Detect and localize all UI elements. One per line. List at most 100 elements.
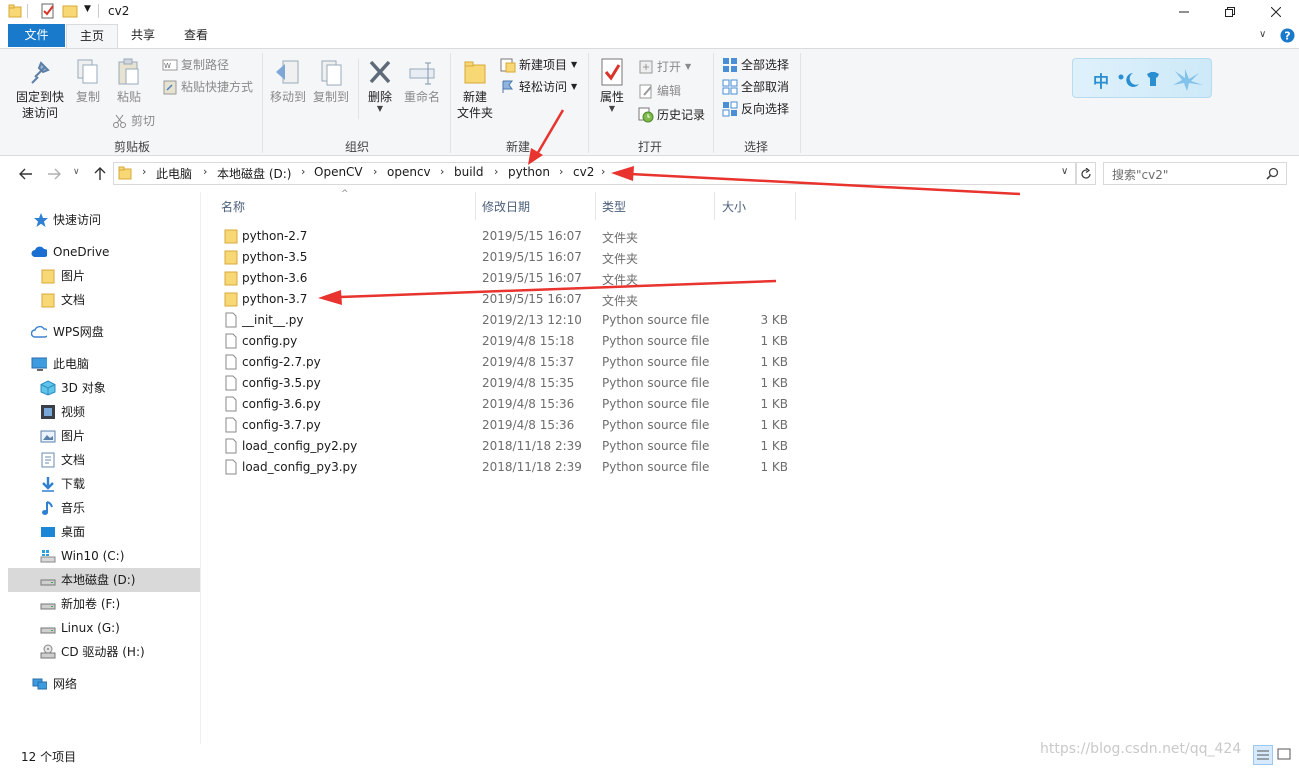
list-item[interactable]: python-3.7 2019/5/15 16:07 文件夹 <box>215 289 805 310</box>
nav-item-drive-f[interactable]: 新加卷 (F:) <box>0 592 200 616</box>
new-item-button[interactable]: 新建项目 ▼ <box>500 55 577 75</box>
edit-button[interactable]: 编辑 <box>638 81 681 101</box>
move-to-button[interactable]: 移动到 <box>268 57 308 105</box>
column-header-name[interactable]: 名称 <box>221 198 245 215</box>
collapse-ribbon-icon[interactable]: ∨ <box>1259 29 1266 40</box>
breadcrumb-python[interactable]: python <box>508 165 550 179</box>
nav-item-desktop[interactable]: 桌面 <box>0 520 200 544</box>
delete-dropdown-icon[interactable]: ▼ <box>362 105 398 113</box>
breadcrumb-chevron-icon[interactable]: › <box>203 165 207 178</box>
breadcrumb-opencv-sub[interactable]: opencv <box>387 165 431 179</box>
breadcrumb-cv2[interactable]: cv2 <box>573 165 594 179</box>
paste-shortcut-button[interactable]: 粘贴快捷方式 <box>162 77 253 97</box>
breadcrumb-chevron-icon[interactable]: › <box>559 165 563 178</box>
ime-toolbar[interactable]: 中 <box>1072 58 1212 98</box>
list-item[interactable]: python-2.7 2019/5/15 16:07 文件夹 <box>215 226 805 247</box>
tab-view[interactable]: 查看 <box>170 24 222 47</box>
column-header-size[interactable]: 大小 <box>722 198 746 215</box>
breadcrumb-chevron-icon[interactable]: › <box>494 165 498 178</box>
breadcrumb-chevron-icon[interactable]: › <box>440 165 444 178</box>
column-header-date[interactable]: 修改日期 <box>482 198 530 215</box>
history-button[interactable]: 历史记录 <box>638 105 705 125</box>
qat-dropdown-icon[interactable]: ▼ <box>84 4 91 14</box>
properties-qat-icon[interactable] <box>40 3 56 19</box>
cut-button[interactable]: 剪切 <box>112 111 155 131</box>
column-divider[interactable] <box>714 192 715 220</box>
copy-button[interactable]: 复制 <box>72 57 104 105</box>
copy-to-button[interactable]: 复制到 <box>311 57 351 105</box>
easy-access-button[interactable]: 轻松访问 ▼ <box>500 77 577 97</box>
list-item[interactable]: python-3.5 2019/5/15 16:07 文件夹 <box>215 247 805 268</box>
list-item[interactable]: load_config_py2.py 2018/11/18 2:39 Pytho… <box>215 436 805 457</box>
select-none-button[interactable]: 全部取消 <box>722 77 789 97</box>
nav-item-3d-objects[interactable]: 3D 对象 <box>0 376 200 400</box>
nav-item-onedrive-pictures[interactable]: 图片 <box>0 264 200 288</box>
delete-button[interactable]: 删除 ▼ <box>362 57 398 113</box>
nav-item-onedrive[interactable]: OneDrive <box>0 240 200 264</box>
nav-item-network[interactable]: 网络 <box>0 672 200 696</box>
file-name: python-3.6 <box>242 271 308 285</box>
nav-item-drive-g[interactable]: Linux (G:) <box>0 616 200 640</box>
search-icon[interactable] <box>1266 167 1279 180</box>
tab-share[interactable]: 共享 <box>118 24 168 47</box>
search-placeholder: 搜索"cv2" <box>1112 168 1169 182</box>
nav-item-pictures[interactable]: 图片 <box>0 424 200 448</box>
breadcrumb-build[interactable]: build <box>454 165 484 179</box>
nav-item-this-pc[interactable]: 此电脑 <box>0 352 200 376</box>
list-item[interactable]: python-3.6 2019/5/15 16:07 文件夹 <box>215 268 805 289</box>
list-item[interactable]: __init__.py 2019/2/13 12:10 Python sourc… <box>215 310 805 331</box>
breadcrumb-opencv[interactable]: OpenCV <box>314 165 363 179</box>
pin-quick-access-button[interactable]: 固定到快 速访问 <box>12 57 68 121</box>
minimize-button[interactable] <box>1161 0 1207 24</box>
properties-dropdown-icon[interactable]: ▼ <box>594 105 630 113</box>
list-item[interactable]: config-3.6.py 2019/4/8 15:36 Python sour… <box>215 394 805 415</box>
refresh-button[interactable] <box>1076 162 1096 185</box>
back-button[interactable] <box>18 166 34 182</box>
properties-button[interactable]: 属性 ▼ <box>594 57 630 113</box>
nav-item-music[interactable]: 音乐 <box>0 496 200 520</box>
recent-locations-dropdown-icon[interactable]: ∨ <box>73 167 80 177</box>
column-divider[interactable] <box>475 192 476 220</box>
nav-item-videos[interactable]: 视频 <box>0 400 200 424</box>
nav-item-onedrive-documents[interactable]: 文档 <box>0 288 200 312</box>
nav-item-wps[interactable]: WPS网盘 <box>0 320 200 344</box>
list-item[interactable]: config.py 2019/4/8 15:18 Python source f… <box>215 331 805 352</box>
paste-button[interactable]: 粘贴 <box>112 57 146 105</box>
nav-item-drive-d[interactable]: 本地磁盘 (D:) <box>8 568 200 592</box>
copy-path-button[interactable]: W 复制路径 <box>162 55 229 75</box>
column-divider[interactable] <box>795 192 796 220</box>
rename-button[interactable]: 重命名 <box>402 57 442 105</box>
details-view-button[interactable] <box>1253 745 1273 765</box>
breadcrumb-drive-d[interactable]: 本地磁盘 (D:) <box>217 165 291 182</box>
breadcrumb-chevron-icon[interactable]: › <box>373 165 377 178</box>
list-item[interactable]: config-3.7.py 2019/4/8 15:36 Python sour… <box>215 415 805 436</box>
list-item[interactable]: config-2.7.py 2019/4/8 15:37 Python sour… <box>215 352 805 373</box>
new-folder-qat-icon[interactable] <box>62 3 78 19</box>
new-folder-button[interactable]: 新建 文件夹 <box>455 57 495 121</box>
nav-item-quick-access[interactable]: 快速访问 <box>0 208 200 232</box>
list-item[interactable]: load_config_py3.py 2018/11/18 2:39 Pytho… <box>215 457 805 478</box>
breadcrumb-this-pc[interactable]: 此电脑 <box>156 165 192 182</box>
tab-file[interactable]: 文件 <box>8 24 65 47</box>
address-dropdown-icon[interactable]: ∨ <box>1061 166 1068 177</box>
forward-button[interactable] <box>46 166 62 182</box>
up-button[interactable] <box>92 166 108 182</box>
breadcrumb-chevron-icon[interactable]: › <box>301 165 305 178</box>
large-icons-view-button[interactable] <box>1275 745 1295 765</box>
maximize-button[interactable] <box>1207 0 1253 24</box>
tab-home[interactable]: 主页 <box>66 24 118 49</box>
nav-item-downloads[interactable]: 下载 <box>0 472 200 496</box>
breadcrumb-chevron-icon[interactable]: › <box>601 165 605 178</box>
nav-item-drive-c[interactable]: Win10 (C:) <box>0 544 200 568</box>
select-all-button[interactable]: 全部选择 <box>722 55 789 75</box>
close-button[interactable] <box>1253 0 1299 24</box>
column-divider[interactable] <box>595 192 596 220</box>
nav-item-documents[interactable]: 文档 <box>0 448 200 472</box>
nav-item-drive-h[interactable]: CD 驱动器 (H:) <box>0 640 200 664</box>
help-icon[interactable]: ? <box>1280 28 1295 43</box>
column-header-type[interactable]: 类型 <box>602 198 626 215</box>
list-item[interactable]: config-3.5.py 2019/4/8 15:35 Python sour… <box>215 373 805 394</box>
invert-selection-button[interactable]: 反向选择 <box>722 99 789 119</box>
open-button[interactable]: 打开 ▼ <box>638 57 691 77</box>
breadcrumb-chevron-icon[interactable]: › <box>142 165 146 178</box>
